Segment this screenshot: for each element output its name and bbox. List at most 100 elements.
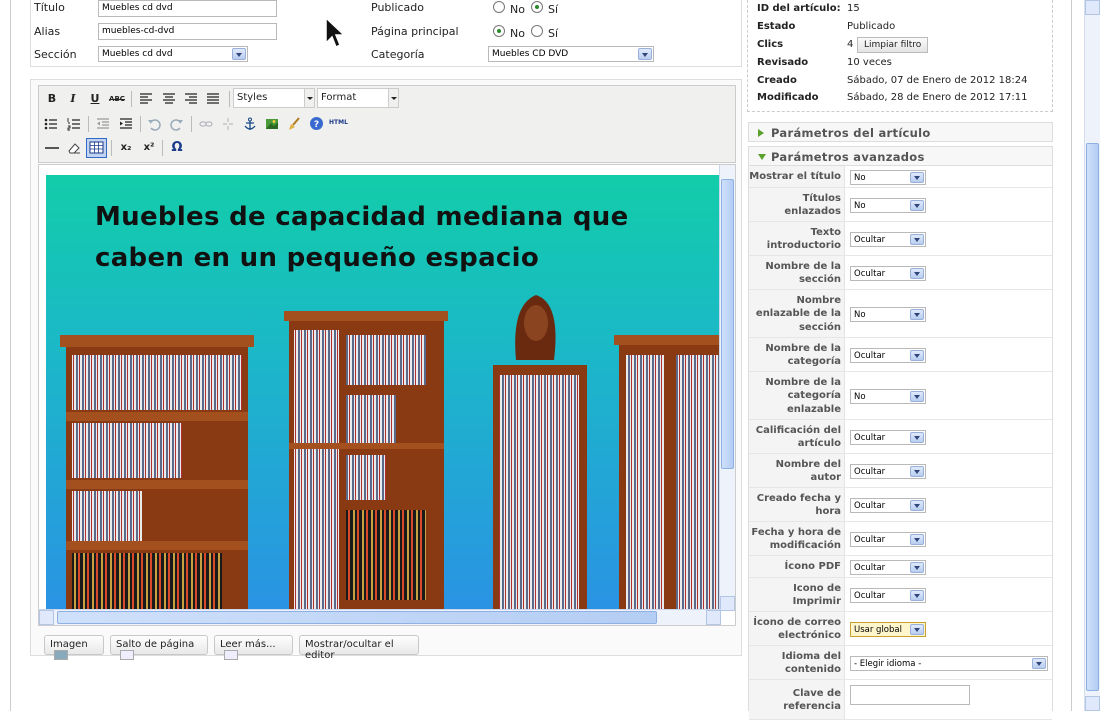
align-justify-icon[interactable] bbox=[206, 92, 220, 105]
chevron-down-icon bbox=[910, 267, 924, 279]
param-select[interactable]: No bbox=[850, 306, 926, 322]
param-select[interactable]: Ocultar bbox=[850, 231, 926, 247]
toggle-editor-button[interactable]: Mostrar/ocultar el editor bbox=[299, 635, 419, 661]
read-more-button[interactable]: Leer más... bbox=[214, 635, 293, 660]
table-button[interactable] bbox=[86, 138, 107, 158]
subscript-button[interactable]: x₂ bbox=[117, 139, 135, 157]
param-label-cell: Calificación del artículo bbox=[749, 420, 845, 453]
editor-vertical-scrollbar[interactable] bbox=[719, 165, 735, 611]
limpiar-filtro-button[interactable]: Limpiar filtro bbox=[857, 37, 929, 53]
param-select[interactable]: Ocultar bbox=[850, 265, 926, 281]
param-row: Nombre de la sección Ocultar bbox=[749, 256, 1052, 290]
param-value: Ocultar bbox=[854, 268, 886, 279]
link-icon[interactable] bbox=[199, 117, 213, 131]
undo-icon[interactable] bbox=[147, 117, 161, 131]
param-select[interactable]: Ocultar bbox=[850, 587, 926, 603]
help-icon[interactable]: ? bbox=[309, 116, 324, 131]
cleanup-brush-icon[interactable] bbox=[287, 117, 301, 131]
chevron-down-icon bbox=[910, 533, 924, 545]
param-value: Ocultar bbox=[854, 590, 886, 601]
styles-dropdown[interactable]: Styles bbox=[233, 88, 315, 108]
publicado-no-radio[interactable] bbox=[493, 1, 505, 13]
chevron-down-icon bbox=[232, 48, 246, 60]
param-select[interactable]: No bbox=[850, 169, 926, 185]
param-select[interactable]: No bbox=[850, 197, 926, 213]
scrollbar-thumb[interactable] bbox=[721, 179, 734, 469]
publicado-si-radio[interactable] bbox=[531, 1, 543, 13]
param-select[interactable]: No bbox=[850, 388, 926, 404]
align-center-icon[interactable] bbox=[162, 92, 176, 105]
horizontal-rule-icon[interactable] bbox=[44, 141, 60, 155]
param-label: Nombre de la categoría bbox=[765, 342, 841, 368]
expand-triangle-icon bbox=[758, 129, 764, 137]
panel-parametros-articulo[interactable]: Parámetros del artículo bbox=[748, 122, 1053, 142]
param-row: Texto introductorio Ocultar bbox=[749, 222, 1052, 256]
param-select[interactable]: Ocultar bbox=[850, 497, 926, 513]
creado-label: Creado bbox=[757, 75, 797, 86]
param-label: Ícono PDF bbox=[784, 561, 841, 573]
editor-content-area[interactable]: Muebles de capacidad mediana que caben e… bbox=[38, 164, 736, 626]
param-select[interactable]: Ocultar bbox=[850, 559, 926, 575]
estado-label: Estado bbox=[757, 21, 796, 32]
bullet-list-icon[interactable] bbox=[44, 117, 58, 131]
modificado-label: Modificado bbox=[757, 92, 819, 103]
param-value: Ocultar bbox=[854, 432, 886, 443]
chevron-down-icon bbox=[1032, 657, 1046, 669]
scroll-down-icon[interactable] bbox=[720, 596, 735, 611]
param-label: Nombre enlazable de la sección bbox=[755, 294, 841, 333]
categoria-select-value: Muebles CD DVD bbox=[492, 49, 569, 59]
format-dropdown[interactable]: Format bbox=[317, 88, 399, 108]
page-vertical-scrollbar[interactable] bbox=[1084, 0, 1100, 711]
special-char-button[interactable]: Ω bbox=[168, 139, 186, 157]
indent-icon[interactable] bbox=[119, 117, 133, 131]
eraser-icon[interactable] bbox=[67, 141, 81, 155]
insert-image-icon[interactable] bbox=[265, 117, 279, 131]
superscript-button[interactable]: x² bbox=[140, 139, 158, 157]
read-more-label: Leer más... bbox=[220, 639, 276, 650]
table-icon bbox=[89, 141, 104, 154]
param-select[interactable]: Usar global bbox=[850, 621, 926, 637]
anchor-icon[interactable] bbox=[243, 117, 257, 131]
numbered-list-icon[interactable] bbox=[67, 117, 81, 131]
param-select[interactable]: Ocultar bbox=[850, 347, 926, 363]
param-value: Ocultar bbox=[854, 562, 886, 573]
align-right-icon[interactable] bbox=[184, 92, 198, 105]
chevron-down-icon bbox=[910, 499, 924, 511]
param-select[interactable]: Ocultar bbox=[850, 429, 926, 445]
html-source-button[interactable]: HTML bbox=[329, 119, 348, 126]
italic-button[interactable]: I bbox=[64, 90, 82, 108]
underline-button[interactable]: U bbox=[86, 90, 104, 108]
scroll-up-icon[interactable] bbox=[1085, 0, 1100, 15]
categoria-select[interactable]: Muebles CD DVD bbox=[488, 46, 654, 62]
editor-horizontal-scrollbar[interactable] bbox=[39, 609, 721, 625]
pagina-principal-si-radio[interactable] bbox=[531, 25, 543, 37]
seccion-select[interactable]: Muebles cd dvd bbox=[98, 46, 248, 62]
align-left-icon[interactable] bbox=[139, 92, 153, 105]
unlink-icon[interactable] bbox=[221, 117, 235, 131]
chevron-down-icon bbox=[910, 589, 924, 601]
chevron-down-icon bbox=[304, 89, 314, 107]
scrollbar-thumb[interactable] bbox=[1086, 143, 1099, 691]
outdent-icon[interactable] bbox=[96, 117, 110, 131]
alias-input[interactable]: muebles-cd-dvd bbox=[98, 23, 277, 40]
strikethrough-button[interactable]: ABC bbox=[108, 90, 126, 108]
scrollbar-thumb[interactable] bbox=[57, 611, 657, 624]
pagina-principal-no-radio[interactable] bbox=[493, 25, 505, 37]
param-row: Creado fecha y hora Ocultar bbox=[749, 488, 1052, 522]
publicado-no-label: No bbox=[510, 3, 525, 16]
scroll-left-icon[interactable] bbox=[39, 610, 54, 625]
redo-icon[interactable] bbox=[170, 117, 184, 131]
scroll-right-icon[interactable] bbox=[706, 610, 721, 625]
titulo-input[interactable]: Muebles cd dvd bbox=[98, 0, 277, 17]
scroll-down-icon[interactable] bbox=[1085, 696, 1100, 711]
param-text-input[interactable] bbox=[850, 685, 970, 705]
bold-button[interactable]: B bbox=[43, 90, 61, 108]
param-select[interactable]: - Elegir idioma - bbox=[850, 655, 1048, 671]
insert-image-button[interactable]: Imagen bbox=[44, 635, 104, 660]
panel-parametros-avanzados[interactable]: Parámetros avanzados bbox=[748, 146, 1053, 166]
page-break-button[interactable]: Salto de página bbox=[110, 635, 208, 660]
panel-parametros-articulo-title: Parámetros del artículo bbox=[771, 126, 931, 140]
param-select[interactable]: Ocultar bbox=[850, 531, 926, 547]
param-label-cell: Títulos enlazados bbox=[749, 188, 845, 221]
param-select[interactable]: Ocultar bbox=[850, 463, 926, 479]
